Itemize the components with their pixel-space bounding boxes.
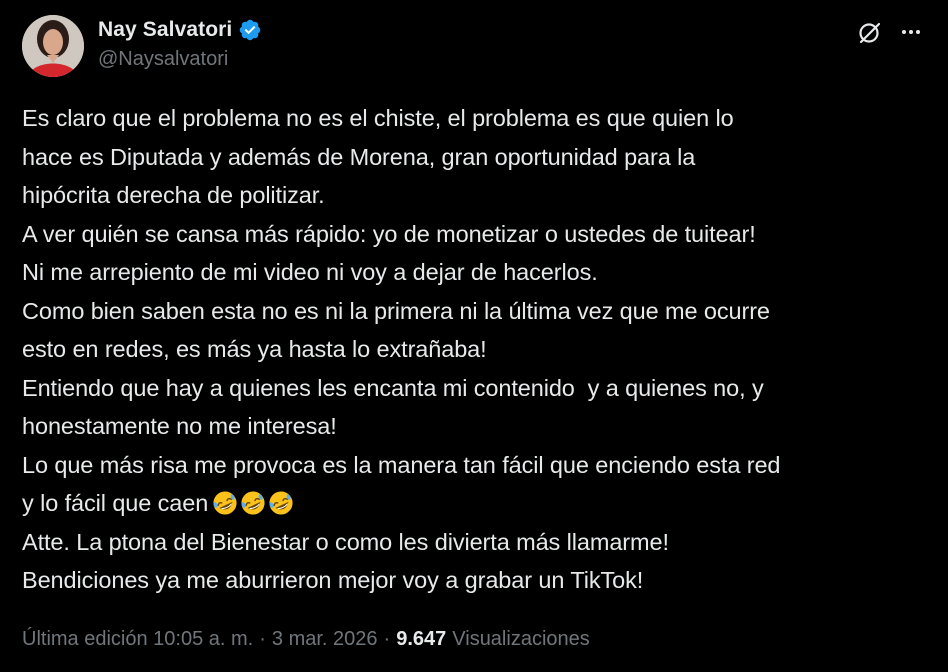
tweet-line-with-emoji: y lo fácil que caen <box>22 484 932 523</box>
tweet-line: A ver quién se cansa más rápido: yo de m… <box>22 220 756 247</box>
last-edited-timestamp[interactable]: Última edición 10:05 a. m. <box>22 628 253 651</box>
tweet-line: honestamente no me interesa! <box>22 413 337 439</box>
tweet-line: Bendiciones ya me aburrieron mejor voy a… <box>22 567 644 593</box>
tweet-line: y lo fácil que caen <box>22 490 209 516</box>
tweet-card: Nay Salvatori @Naysalvatori Es claro que… <box>0 0 948 672</box>
meta-separator: · <box>383 628 391 650</box>
rolling-laughing-emoji-icon <box>241 491 265 515</box>
tweet-line: Entiendo que hay a quienes les encanta m… <box>22 374 764 401</box>
rolling-laughing-emoji-icon <box>269 491 293 515</box>
avatar[interactable] <box>22 15 84 77</box>
tweet-line: Como bien saben esta no es ni la primera… <box>22 297 770 324</box>
author-display-name[interactable]: Nay Salvatori <box>98 18 232 42</box>
tweet-text: Es claro que el problema no es el chiste… <box>22 99 932 600</box>
tweet-line: Es claro que el problema no es el chiste… <box>22 105 734 131</box>
meta-separator: · <box>259 628 266 650</box>
tweet-line: Atte. La ptona del Bienestar o como les … <box>22 528 669 555</box>
tweet-line: Ni me arrepiento de mi video ni voy a de… <box>22 259 598 285</box>
tweet-line: hipócrita derecha de politizar. <box>22 182 325 208</box>
rolling-laughing-emoji-icon <box>213 491 237 515</box>
grok-icon[interactable] <box>856 19 884 47</box>
tweet-meta: Última edición 10:05 a. m. · 3 mar. 2026… <box>22 628 590 651</box>
emoji-group <box>212 489 296 528</box>
tweet-line: esto en redes, es más ya hasta lo extrañ… <box>22 336 487 362</box>
author-handle[interactable]: @Naysalvatori <box>98 48 228 71</box>
verified-badge-icon[interactable] <box>238 18 262 42</box>
author-name-row: Nay Salvatori <box>98 16 262 44</box>
views-label: Visualizaciones <box>452 628 590 650</box>
tweet-line: hace es Diputada y además de Morena, gra… <box>22 143 696 170</box>
tweet-date[interactable]: 3 mar. 2026 <box>272 628 378 651</box>
views-count: 9.647 <box>396 628 447 650</box>
tweet-line: Lo que más risa me provoca es la manera … <box>22 451 781 478</box>
more-options-icon[interactable] <box>898 20 926 44</box>
